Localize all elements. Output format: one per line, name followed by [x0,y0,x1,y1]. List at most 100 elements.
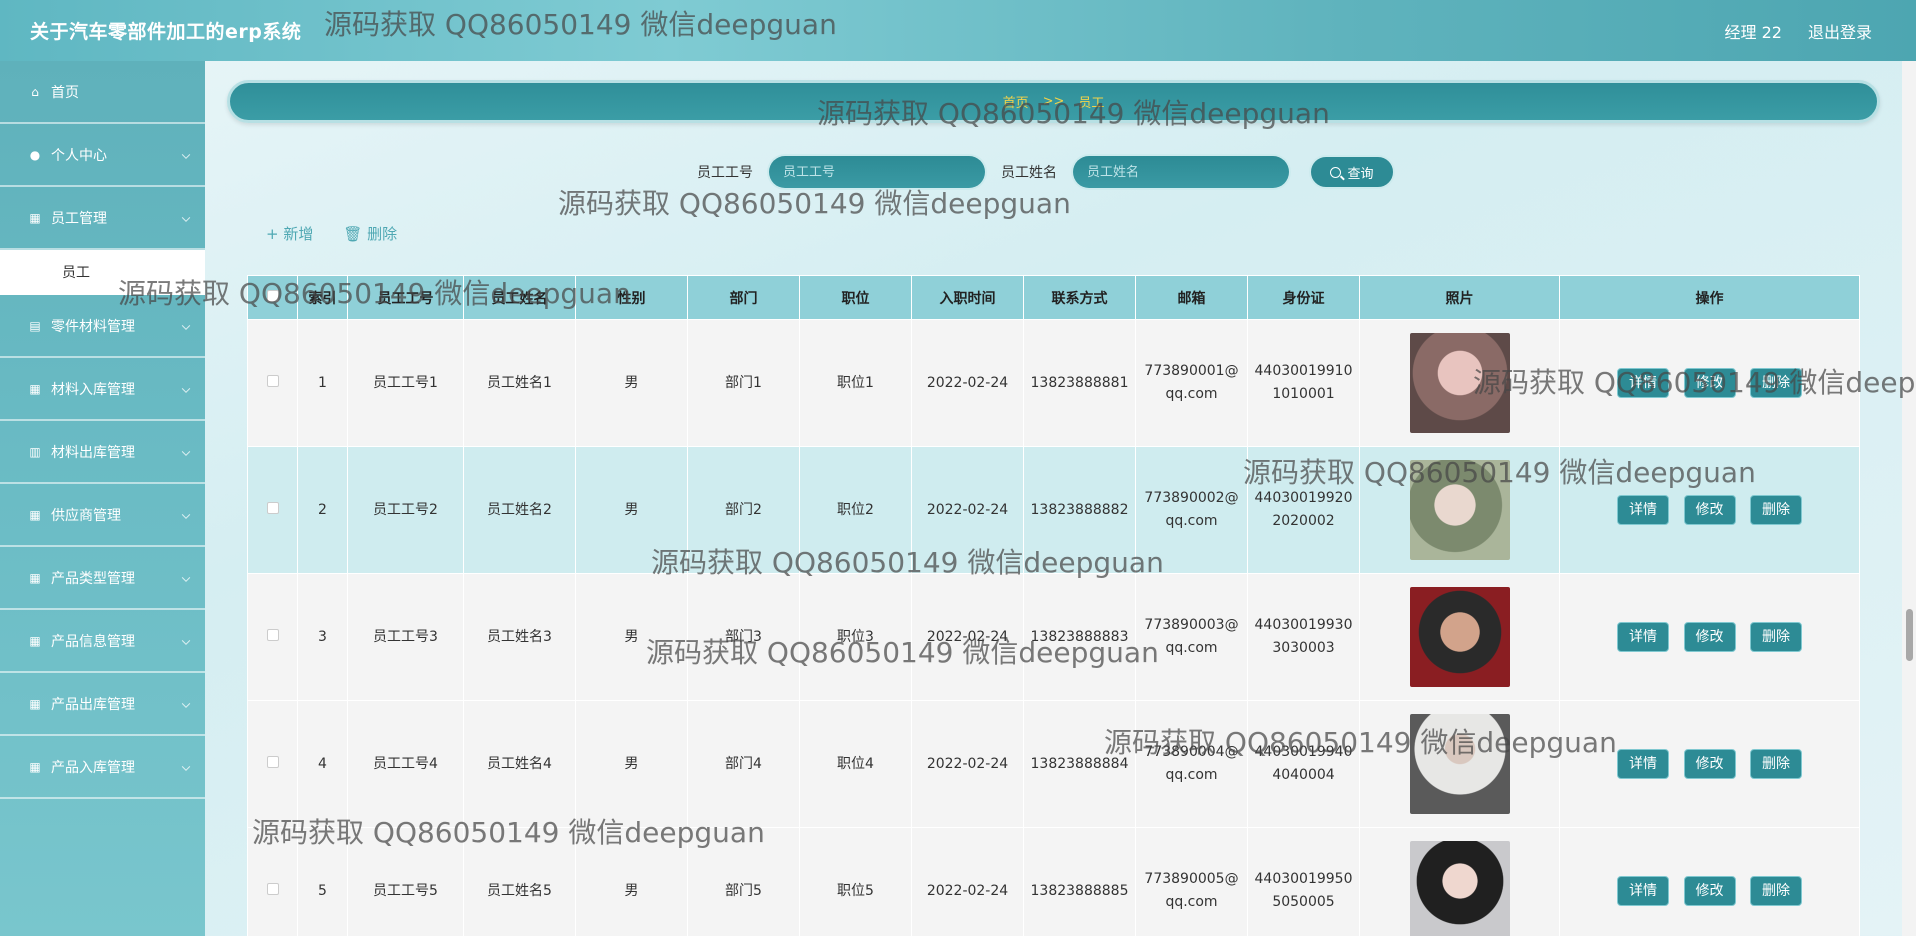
id-line: 44030019950 [1254,871,1353,887]
sidebar-item-supplier[interactable]: ▦ 供应商管理 [0,484,205,547]
add-button[interactable]: + 新增 [266,223,313,244]
row-select-cell[interactable] [247,700,298,828]
cell-emp-no: 员工工号1 [347,319,464,447]
table-row: 2 员工工号2 员工姓名2 男 部门2 职位2 2022-02-24 13823… [247,446,1860,574]
email-line: 773890005@ [1144,871,1239,887]
scrollbar-thumb[interactable] [1906,609,1913,661]
cell-phone: 13823888883 [1023,573,1136,701]
plus-icon: + [266,225,284,243]
clipboard-icon: ▤ [29,318,41,333]
column-header: 联系方式 [1023,275,1136,320]
trash-icon: 🗑 [343,225,368,243]
edit-button[interactable]: 修改 [1683,368,1736,398]
column-header: 身份证 [1247,275,1360,320]
row-checkbox[interactable] [266,755,279,768]
batch-delete-button[interactable]: 🗑 删除 [343,223,397,244]
page-scrollbar[interactable] [1902,61,1916,936]
breadcrumb-home[interactable]: 首页 [1003,92,1029,111]
sidebar-item-product-out[interactable]: ▦ 产品出库管理 [0,673,205,736]
edit-button[interactable]: 修改 [1683,876,1736,906]
edit-button[interactable]: 修改 [1683,622,1736,652]
breadcrumb-separator: >> [1042,94,1065,109]
cell-email: 773890004@ qq.com [1135,700,1248,828]
table-row: 3 员工工号3 员工姓名3 男 部门3 职位3 2022-02-24 13823… [247,573,1860,701]
cell-position: 职位4 [799,700,912,828]
cell-date: 2022-02-24 [911,827,1024,936]
sidebar-item-product-type[interactable]: ▦ 产品类型管理 [0,547,205,610]
id-line: 44030019910 [1254,363,1353,379]
detail-button[interactable]: 详情 [1617,495,1670,525]
detail-button[interactable]: 详情 [1617,622,1670,652]
user-label[interactable]: 经理 22 [1725,19,1782,43]
delete-button[interactable]: 删除 [1749,368,1802,398]
select-all-checkbox[interactable] [266,289,279,302]
edit-button[interactable]: 修改 [1683,495,1736,525]
cell-email: 773890001@ qq.com [1135,319,1248,447]
search-button[interactable]: 查询 [1309,155,1395,189]
row-select-cell[interactable] [247,573,298,701]
sidebar-item-material-out[interactable]: ▥ 材料出库管理 [0,421,205,484]
column-header: 性别 [575,275,688,320]
detail-button[interactable]: 详情 [1617,368,1670,398]
sidebar-item-label: 材料出库管理 [51,444,135,461]
id-line: 4040004 [1272,767,1335,783]
cell-phone: 13823888884 [1023,700,1136,828]
sidebar-item-label: 供应商管理 [51,507,121,524]
detail-button[interactable]: 详情 [1617,876,1670,906]
sidebar-item-product-in[interactable]: ▦ 产品入库管理 [0,736,205,799]
sidebar-item-employee-mgmt[interactable]: ▦ 员工管理 [0,187,205,250]
cell-operations: 详情 修改 删除 [1559,319,1860,447]
emp-no-input[interactable] [769,156,985,188]
column-header: 照片 [1359,275,1560,320]
grid-icon: ▦ [29,381,41,396]
email-line: 773890002@ [1144,490,1239,506]
toolbar: + 新增 🗑 删除 [266,223,397,244]
row-select-cell[interactable] [247,319,298,447]
id-line: 5050005 [1272,894,1335,910]
cell-operations: 详情 修改 删除 [1559,827,1860,936]
search-bar: 员工工号 员工姓名 查询 [697,155,1395,189]
delete-button[interactable]: 删除 [1749,876,1802,906]
sidebar-subitem-employee[interactable]: 员工 [0,250,205,295]
cell-emp-no: 员工工号4 [347,700,464,828]
logout-link[interactable]: 退出登录 [1808,19,1872,43]
chevron-down-icon [181,572,191,582]
delete-button[interactable]: 删除 [1749,622,1802,652]
column-header: 邮箱 [1135,275,1248,320]
cell-id-card: 44030019950 5050005 [1247,827,1360,936]
row-checkbox[interactable] [266,374,279,387]
chevron-down-icon [181,320,191,330]
header-actions: 经理 22 退出登录 [1725,19,1872,43]
cell-gender: 男 [575,573,688,701]
column-header: 员工工号 [347,275,464,320]
cell-operations: 详情 修改 删除 [1559,700,1860,828]
chevron-down-icon [181,383,191,393]
row-select-cell[interactable] [247,446,298,574]
row-checkbox[interactable] [266,501,279,514]
select-all-header[interactable] [247,275,298,320]
search-button-label: 查询 [1347,166,1374,182]
row-checkbox[interactable] [266,882,279,895]
sidebar-item-parts-material[interactable]: ▤ 零件材料管理 [0,295,205,358]
row-select-cell[interactable] [247,827,298,936]
column-header: 索引 [297,275,348,320]
delete-button[interactable]: 删除 [1749,749,1802,779]
sidebar-item-profile[interactable]: ● 个人中心 [0,124,205,187]
cell-emp-no: 员工工号5 [347,827,464,936]
edit-button[interactable]: 修改 [1683,749,1736,779]
sidebar-item-material-in[interactable]: ▦ 材料入库管理 [0,358,205,421]
cell-gender: 男 [575,827,688,936]
sidebar-item-label: 个人中心 [51,147,107,164]
cell-name: 员工姓名4 [463,700,576,828]
detail-button[interactable]: 详情 [1617,749,1670,779]
home-icon: ⌂ [31,84,39,99]
row-checkbox[interactable] [266,628,279,641]
delete-button[interactable]: 删除 [1749,495,1802,525]
breadcrumb-current: 员工 [1078,96,1105,111]
cell-emp-no: 员工工号3 [347,573,464,701]
sidebar-item-label: 员工管理 [51,210,107,227]
emp-name-input[interactable] [1073,156,1289,188]
column-header: 职位 [799,275,912,320]
sidebar-item-product-info[interactable]: ▦ 产品信息管理 [0,610,205,673]
sidebar-item-home[interactable]: ⌂ 首页 [0,61,205,124]
